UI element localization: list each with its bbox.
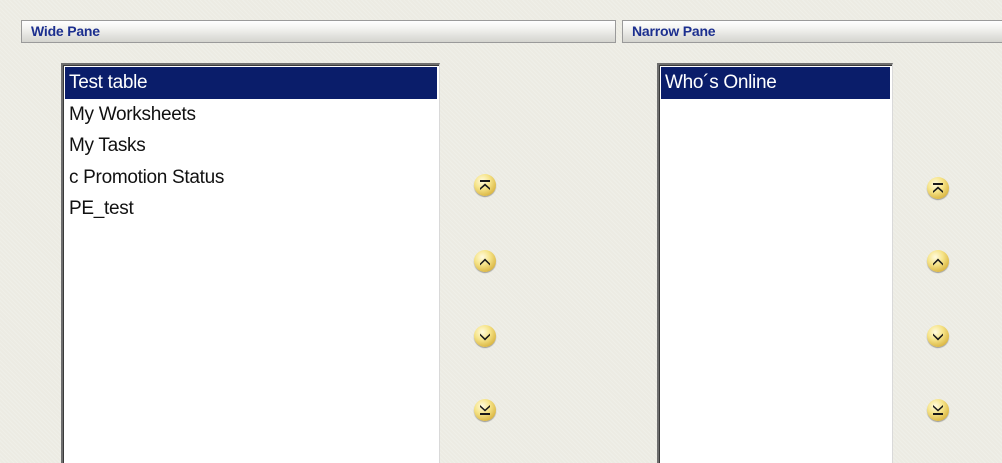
- narrow-move-down-button[interactable]: [927, 325, 949, 347]
- move-down-icon: [480, 333, 490, 341]
- wide-pane-title: Wide Pane: [31, 23, 100, 39]
- narrow-move-to-bottom-button[interactable]: [927, 399, 949, 421]
- wide-pane-header: Wide Pane: [21, 20, 616, 43]
- narrow-pane-list-item[interactable]: Who´s Online: [661, 67, 890, 99]
- narrow-pane-title: Narrow Pane: [632, 23, 716, 39]
- wide-pane-list-item[interactable]: My Tasks: [65, 130, 437, 162]
- wide-move-to-top-button[interactable]: [474, 174, 496, 196]
- move-up-icon: [933, 258, 943, 266]
- move-to-top-icon: [480, 180, 490, 190]
- move-to-top-icon: [933, 183, 943, 193]
- move-to-bottom-icon: [480, 405, 490, 415]
- wide-pane-listbox[interactable]: Test table My Worksheets My Tasks c Prom…: [61, 63, 440, 463]
- wide-pane-list-item[interactable]: My Worksheets: [65, 99, 437, 131]
- move-up-icon: [480, 258, 490, 266]
- narrow-pane-header: Narrow Pane: [622, 20, 1002, 43]
- narrow-pane-listbox[interactable]: Who´s Online: [657, 63, 893, 463]
- wide-pane-list-item[interactable]: Test table: [65, 67, 437, 99]
- narrow-move-up-button[interactable]: [927, 250, 949, 272]
- narrow-move-to-top-button[interactable]: [927, 177, 949, 199]
- wide-move-down-button[interactable]: [474, 325, 496, 347]
- wide-pane-list-item[interactable]: PE_test: [65, 193, 437, 225]
- move-to-bottom-icon: [933, 405, 943, 415]
- wide-move-up-button[interactable]: [474, 250, 496, 272]
- wide-move-to-bottom-button[interactable]: [474, 399, 496, 421]
- move-down-icon: [933, 333, 943, 341]
- wide-pane-list-item[interactable]: c Promotion Status: [65, 162, 437, 194]
